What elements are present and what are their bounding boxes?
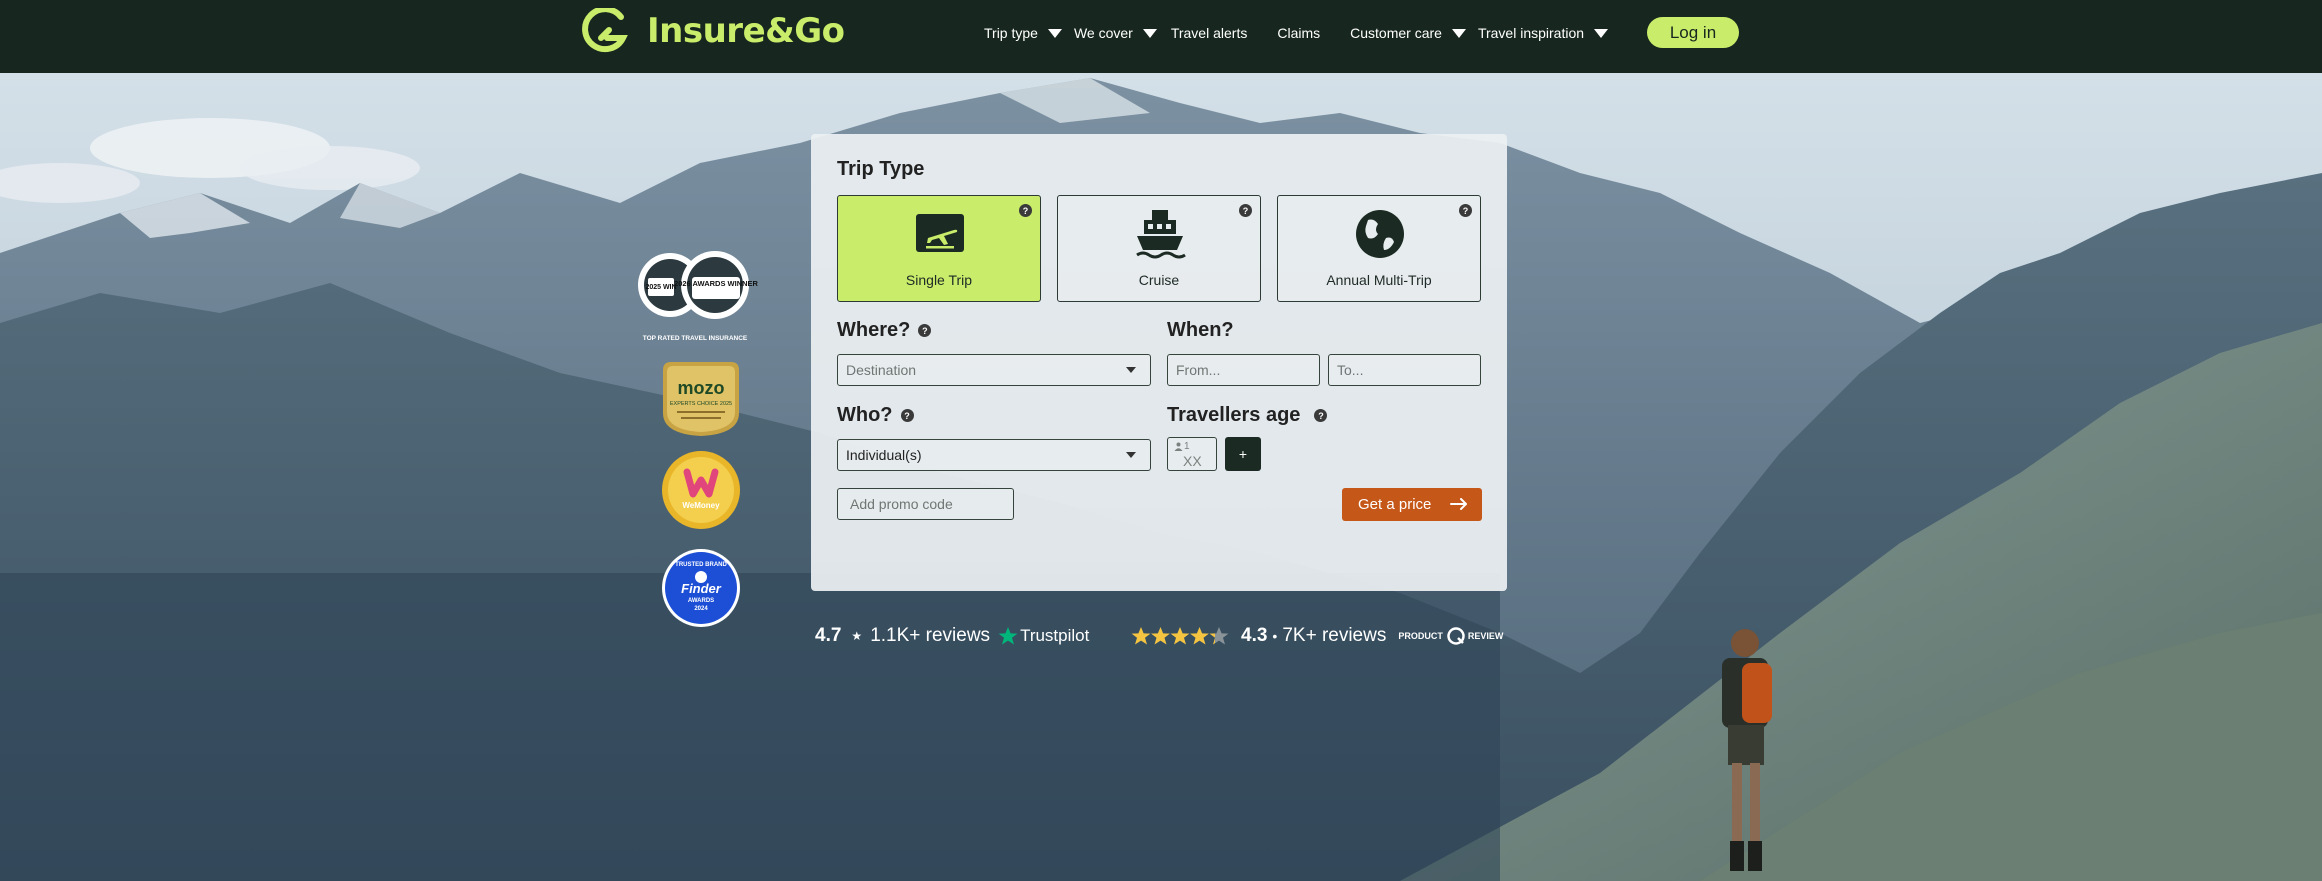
destination-select[interactable]: Destination <box>837 354 1151 386</box>
trip-option-label: Annual Multi-Trip <box>1326 272 1432 288</box>
award-right-text: 2026 AWARDS WINNER <box>674 279 758 288</box>
caret-down-icon <box>1047 28 1062 38</box>
quote-form: Trip Type ? Single Trip ? Cruise ? Annua… <box>811 134 1507 591</box>
promo-placeholder: Add promo code <box>850 496 953 512</box>
person-icon <box>1174 442 1183 451</box>
trip-type-title: Trip Type <box>837 158 925 180</box>
caret-down-icon <box>1126 367 1136 373</box>
when-title: When? <box>1167 319 1234 341</box>
rating-stars-icon <box>1131 627 1229 645</box>
mozo-sub: EXPERTS CHOICE 2025 <box>670 401 732 407</box>
brand-name: Insure&Go <box>647 11 845 51</box>
productreview-brand-2: REVIEW <box>1467 631 1504 641</box>
nav-we-cover[interactable]: We cover <box>1074 25 1157 41</box>
nav-label: Travel alerts <box>1170 25 1248 41</box>
destination-placeholder: Destination <box>846 362 917 378</box>
caret-down-icon <box>1594 28 1609 38</box>
productreview-score: 4.3 <box>1241 625 1268 646</box>
award-winner-badge: 2026 AWARDS WINNER 2025 WIN TOP RATED TR… <box>638 251 759 342</box>
main-nav: Trip type We cover Travel alerts Claims … <box>984 25 1638 41</box>
help-icon[interactable]: ? <box>1459 204 1472 217</box>
separator-dot: • <box>1272 628 1278 644</box>
wemoney-name: WeMoney <box>682 501 720 510</box>
traveller-number: 1 <box>1184 441 1190 452</box>
where-title: Where? <box>837 319 911 341</box>
arrow-right-icon <box>1450 498 1467 510</box>
login-button[interactable]: Log in <box>1647 17 1739 48</box>
finder-year: 2024 <box>694 606 708 612</box>
ages-heading: Travellers age ? <box>1167 404 1328 427</box>
nav-label: Customer care <box>1350 25 1442 41</box>
date-to-placeholder: To... <box>1337 362 1364 378</box>
globe-icon <box>1356 210 1404 258</box>
date-from-input[interactable]: From... <box>1167 354 1320 386</box>
caret-down-icon <box>1126 452 1136 458</box>
productreview-rating[interactable]: 4.3 • 7K+ reviews PRODUCT REVIEW <box>1131 625 1503 647</box>
trip-type-heading: Trip Type <box>837 158 924 181</box>
help-icon[interactable]: ? <box>1239 204 1252 217</box>
trip-option-label: Cruise <box>1138 272 1180 288</box>
help-icon[interactable]: ? <box>1019 204 1032 217</box>
finder-name: Finder <box>681 581 722 596</box>
who-title: Who? <box>837 404 893 426</box>
productreview-count: 7K+ reviews <box>1282 625 1387 646</box>
nav-travel-alerts[interactable]: Travel alerts <box>1171 25 1248 41</box>
ages-title: Travellers age <box>1167 404 1301 426</box>
nav-trip-type[interactable]: Trip type <box>984 25 1062 41</box>
add-traveller-button[interactable]: + <box>1225 437 1261 471</box>
trustpilot-rating[interactable]: 4.7 ★ 1.1K+ reviews Trustpilot <box>815 625 1089 647</box>
help-icon[interactable]: ? <box>900 409 914 422</box>
help-icon[interactable]: ? <box>1314 409 1328 422</box>
ship-icon <box>1136 210 1186 259</box>
where-heading: Where? ? <box>837 319 932 342</box>
trustpilot-star-icon <box>998 627 1018 645</box>
get-price-button[interactable]: Get a price <box>1342 488 1482 521</box>
productreview-q-icon <box>1447 627 1465 645</box>
travellers-select[interactable]: Individual(s) <box>837 439 1151 471</box>
trip-option-annual[interactable]: ? Annual Multi-Trip <box>1277 195 1481 302</box>
brand-logo[interactable]: Insure&Go <box>579 8 845 54</box>
trip-option-single[interactable]: ? Single Trip <box>837 195 1041 302</box>
productreview-brand: PRODUCT <box>1398 631 1443 641</box>
site-header: Insure&Go Trip type We cover Travel aler… <box>0 0 2322 73</box>
trustpilot-count: 1.1K+ reviews <box>870 625 991 646</box>
when-heading: When? <box>1167 319 1234 342</box>
plane-ticket-icon <box>916 214 964 252</box>
trustpilot-score: 4.7 <box>815 625 842 646</box>
date-to-input[interactable]: To... <box>1328 354 1481 386</box>
nav-label: Claims <box>1277 25 1321 41</box>
finder-sub: AWARDS <box>688 598 714 604</box>
get-price-label: Get a price <box>1358 496 1432 513</box>
travellers-value: Individual(s) <box>846 447 922 463</box>
nav-label: Trip type <box>984 25 1038 41</box>
who-heading: Who? ? <box>837 404 914 427</box>
star-icon: ★ <box>851 629 863 643</box>
mozo-badge: mozo EXPERTS CHOICE 2025 <box>663 362 739 436</box>
age-placeholder: XX <box>1183 453 1202 469</box>
award-caption: TOP RATED TRAVEL INSURANCE <box>643 335 748 342</box>
help-icon[interactable]: ? <box>918 324 932 337</box>
trip-option-cruise[interactable]: ? Cruise <box>1057 195 1261 302</box>
caret-down-icon <box>1142 28 1157 38</box>
promo-code-input[interactable]: Add promo code <box>837 488 1014 520</box>
finder-badge: TRUSTED BRAND Finder AWARDS 2024 <box>662 549 740 627</box>
traveller-age-input[interactable]: 1 XX <box>1167 437 1217 471</box>
logo-g-icon <box>582 8 628 53</box>
award-left-text: 2025 WIN <box>645 284 676 291</box>
mozo-name: mozo <box>678 378 725 398</box>
nav-travel-inspiration[interactable]: Travel inspiration <box>1477 25 1609 41</box>
finder-top: TRUSTED BRAND <box>675 562 727 568</box>
nav-customer-care[interactable]: Customer care <box>1350 25 1466 41</box>
nav-label: Travel inspiration <box>1477 25 1585 41</box>
nav-label: We cover <box>1073 25 1133 41</box>
caret-down-icon <box>1451 28 1466 38</box>
nav-claims[interactable]: Claims <box>1277 25 1320 41</box>
trip-option-label: Single Trip <box>905 272 973 288</box>
date-from-placeholder: From... <box>1176 362 1221 378</box>
trustpilot-brand: Trustpilot <box>1020 626 1090 645</box>
wemoney-badge: WeMoney <box>662 451 740 529</box>
